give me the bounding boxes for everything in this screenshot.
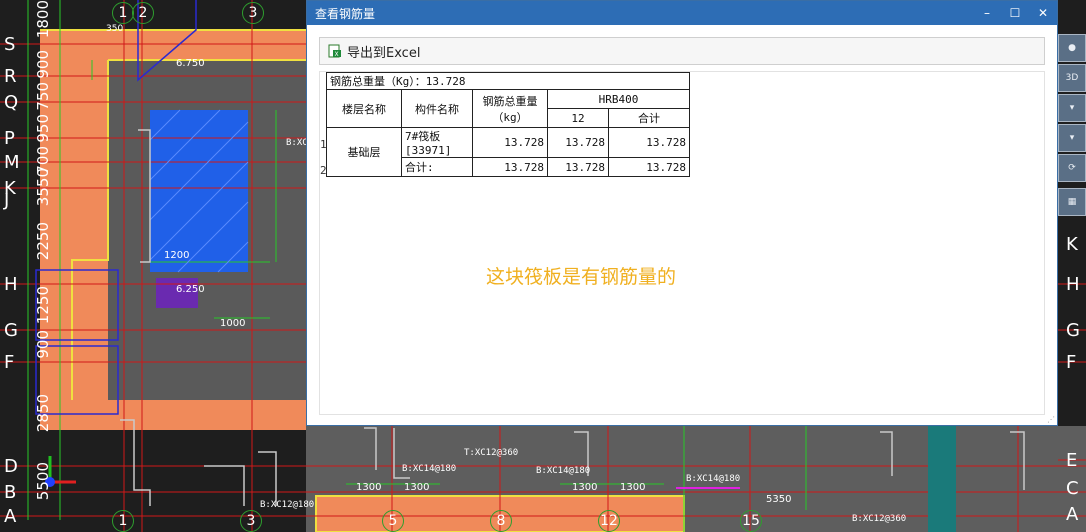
view-sphere-icon[interactable]: ● (1058, 34, 1086, 62)
axis-label-G: G (4, 320, 18, 341)
cell-total: 13.728 (472, 157, 548, 177)
dim-label-1200: 1200 (164, 250, 190, 261)
axis-label-S: S (4, 34, 16, 55)
minimize-button[interactable]: – (973, 1, 1001, 25)
dim-label-1300c: 1300 (572, 482, 598, 493)
export-to-excel-button[interactable]: X 导出到Excel (328, 42, 420, 61)
rebar-label-bottom-4: B:XC12@180 (260, 500, 315, 510)
grid-bubble-top-3: 3 (242, 2, 264, 24)
resize-grip-icon[interactable]: ⋰ (1047, 415, 1055, 424)
dim-label-6750: 6.750 (176, 58, 205, 69)
cell-d12: 13.728 (547, 157, 609, 177)
rebar-label-bottom-5: B:XC14@180 (686, 474, 741, 484)
axis-label-H: H (4, 274, 18, 295)
header-grade: HRB400 (547, 89, 690, 109)
grid-bubble-bottom-12: 12 (598, 510, 620, 532)
axis-label-right-F: F (1066, 352, 1077, 373)
view-cube-button[interactable]: ▾ (1058, 124, 1086, 152)
cell-component: 7#筏板[33971] (401, 127, 473, 158)
axis-label-P: P (4, 128, 15, 149)
rebar-label-bottom-2: T:XC12@360 (464, 448, 519, 458)
rebar-table: 钢筋总重量（Kg）：13.728 楼层名称 构件名称 钢筋总重量（kg） HRB… (326, 72, 690, 177)
excel-icon: X (328, 44, 342, 58)
dialog-title: 查看钢筋量 (315, 6, 376, 21)
summary-cell: 钢筋总重量（Kg）：13.728 (326, 72, 690, 90)
axis-label-right-C: C (1066, 478, 1079, 499)
grid-bubble-bottom-5: 5 (382, 510, 404, 532)
dim-label-1000: 1000 (220, 318, 246, 329)
dim-3550: 3550 (34, 168, 52, 207)
rebar-label-bottom-3: B:XC14@180 (536, 466, 591, 476)
cell-floor: 基础层 (326, 127, 402, 177)
table-row[interactable]: 基础层 7#筏板[33971] 13.728 13.728 13.728 (326, 127, 690, 177)
axis-label-F: F (4, 352, 15, 373)
export-label: 导出到Excel (347, 45, 421, 61)
rebar-table-area: 1 2 钢筋总重量（Kg）：13.728 楼层名称 构件名称 钢筋总重量（kg）… (319, 71, 1045, 415)
header-subtotal: 合计 (608, 108, 690, 128)
axis-label-J: J (4, 190, 10, 211)
cell-d12: 13.728 (547, 127, 609, 158)
grid-bubble-top-2: 2 (132, 2, 154, 24)
grid-bubble-top-1: 1 (112, 2, 134, 24)
grid-bubble-bottom-15: 15 (740, 510, 762, 532)
svg-text:X: X (335, 51, 339, 58)
rotate-icon[interactable]: ⟳ (1058, 154, 1086, 182)
cell-component: 合计: (401, 157, 473, 177)
axis-label-right-H: H (1066, 274, 1080, 295)
dim-label-5350: 5350 (766, 494, 792, 505)
grid-bubble-bottom-8: 8 (490, 510, 512, 532)
rebar-label-bottom-1: B:XC14@180 (402, 464, 457, 474)
axis-label-Q: Q (4, 92, 19, 113)
dim-1250: 1250 (34, 286, 52, 325)
dim-2850: 2850 (34, 394, 52, 433)
view-3d-button[interactable]: 3D (1058, 64, 1086, 92)
cell-total: 13.728 (472, 127, 548, 158)
dim-label-350: 350 (106, 24, 124, 34)
header-dia-12: 12 (547, 108, 609, 128)
annotation-note: 这块筏板是有钢筋量的 (486, 266, 677, 288)
axis-label-right-E: E (1066, 450, 1078, 471)
dim-label-1300a: 1300 (356, 482, 382, 493)
dim-900: 900 (34, 50, 52, 79)
header-component: 构件名称 (401, 89, 473, 128)
header-floor: 楼层名称 (326, 89, 402, 128)
view-rebar-dialog: 查看钢筋量 – ☐ ✕ X 导出到Excel 1 2 钢筋总重量（Kg）：13.… (306, 0, 1058, 426)
dim-950: 950 (34, 114, 52, 143)
dim-label-6250: 6.250 (176, 284, 205, 295)
maximize-button[interactable]: ☐ (1001, 1, 1029, 25)
axis-label-B: B (4, 482, 17, 503)
close-button[interactable]: ✕ (1029, 1, 1057, 25)
dim-900b: 900 (34, 330, 52, 359)
rebar-label-bottom-6: B:XC12@360 (852, 514, 907, 524)
dim-label-1300d: 1300 (620, 482, 646, 493)
dim-2250: 2250 (34, 222, 52, 261)
axis-label-R: R (4, 66, 17, 87)
header-total-weight: 钢筋总重量（kg） (472, 89, 548, 128)
axis-label-right-K: K (1066, 234, 1078, 255)
dialog-titlebar[interactable]: 查看钢筋量 – ☐ ✕ (307, 1, 1057, 25)
layer-panel-icon[interactable]: ▦ (1058, 188, 1086, 216)
view-dropdown-button[interactable]: ▾ (1058, 94, 1086, 122)
axis-label-right-A: A (1066, 504, 1079, 525)
grid-bubble-bottom-3: 3 (240, 510, 262, 532)
axis-label-A: A (4, 506, 17, 527)
dim-label-1300b: 1300 (404, 482, 430, 493)
dim-750: 750 (34, 82, 52, 111)
axis-label-D: D (4, 456, 18, 477)
axis-label-M: M (4, 152, 20, 173)
axis-label-right-G: G (1066, 320, 1080, 341)
dim-1800: 1800 (34, 0, 52, 39)
cell-sum: 13.728 (608, 127, 690, 158)
cell-sum: 13.728 (608, 157, 690, 177)
dim-5500: 5500 (34, 462, 52, 501)
grid-bubble-bottom-1: 1 (112, 510, 134, 532)
dialog-toolbar: X 导出到Excel (319, 37, 1045, 65)
